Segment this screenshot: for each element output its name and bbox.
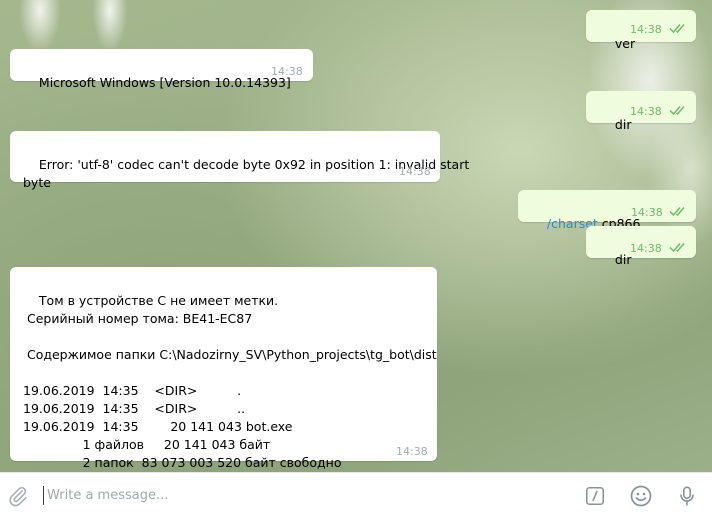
- incoming-message[interactable]: Microsoft Windows [Version 10.0.14393] 1…: [10, 49, 313, 90]
- outgoing-message[interactable]: ver 14:38: [586, 10, 696, 51]
- paperclip-icon[interactable]: [7, 485, 29, 507]
- message-time: 14:38: [396, 445, 428, 458]
- outgoing-message[interactable]: dir 14:38: [586, 91, 696, 132]
- message-text: dir: [614, 117, 632, 132]
- slash-command-icon[interactable]: [584, 485, 606, 507]
- message-time: 14:38: [630, 105, 662, 118]
- message-text: Microsoft Windows [Version 10.0.14393]: [38, 75, 291, 90]
- double-check-icon: [669, 243, 685, 253]
- message-time: 14:38: [630, 242, 662, 255]
- incoming-message[interactable]: Error: 'utf-8' codec can't decode byte 0…: [10, 131, 469, 190]
- message-input[interactable]: Write a message...: [47, 488, 168, 503]
- outgoing-message[interactable]: dir 14:38: [586, 226, 696, 267]
- incoming-message[interactable]: Том в устройстве C не имеет метки. Серий…: [10, 267, 437, 470]
- message-time: 14:38: [399, 165, 431, 178]
- double-check-icon: [669, 106, 685, 116]
- message-text: Том в устройстве C не имеет метки. Серий…: [23, 293, 437, 470]
- message-composer: Write a message...: [0, 472, 712, 518]
- message-time: 14:38: [271, 65, 303, 78]
- smiley-icon[interactable]: [629, 484, 653, 508]
- double-check-icon: [669, 24, 685, 34]
- double-check-icon: [669, 207, 685, 217]
- outgoing-message[interactable]: /charset cp866 14:38: [518, 190, 696, 231]
- message-text: dir: [614, 252, 632, 267]
- message-time: 14:38: [631, 206, 663, 219]
- text-caret: [43, 486, 44, 505]
- message-time: 14:38: [630, 23, 662, 36]
- microphone-icon[interactable]: [676, 484, 698, 508]
- chat-history[interactable]: ver 14:38 Microsoft Windows [Version 10.…: [0, 0, 712, 472]
